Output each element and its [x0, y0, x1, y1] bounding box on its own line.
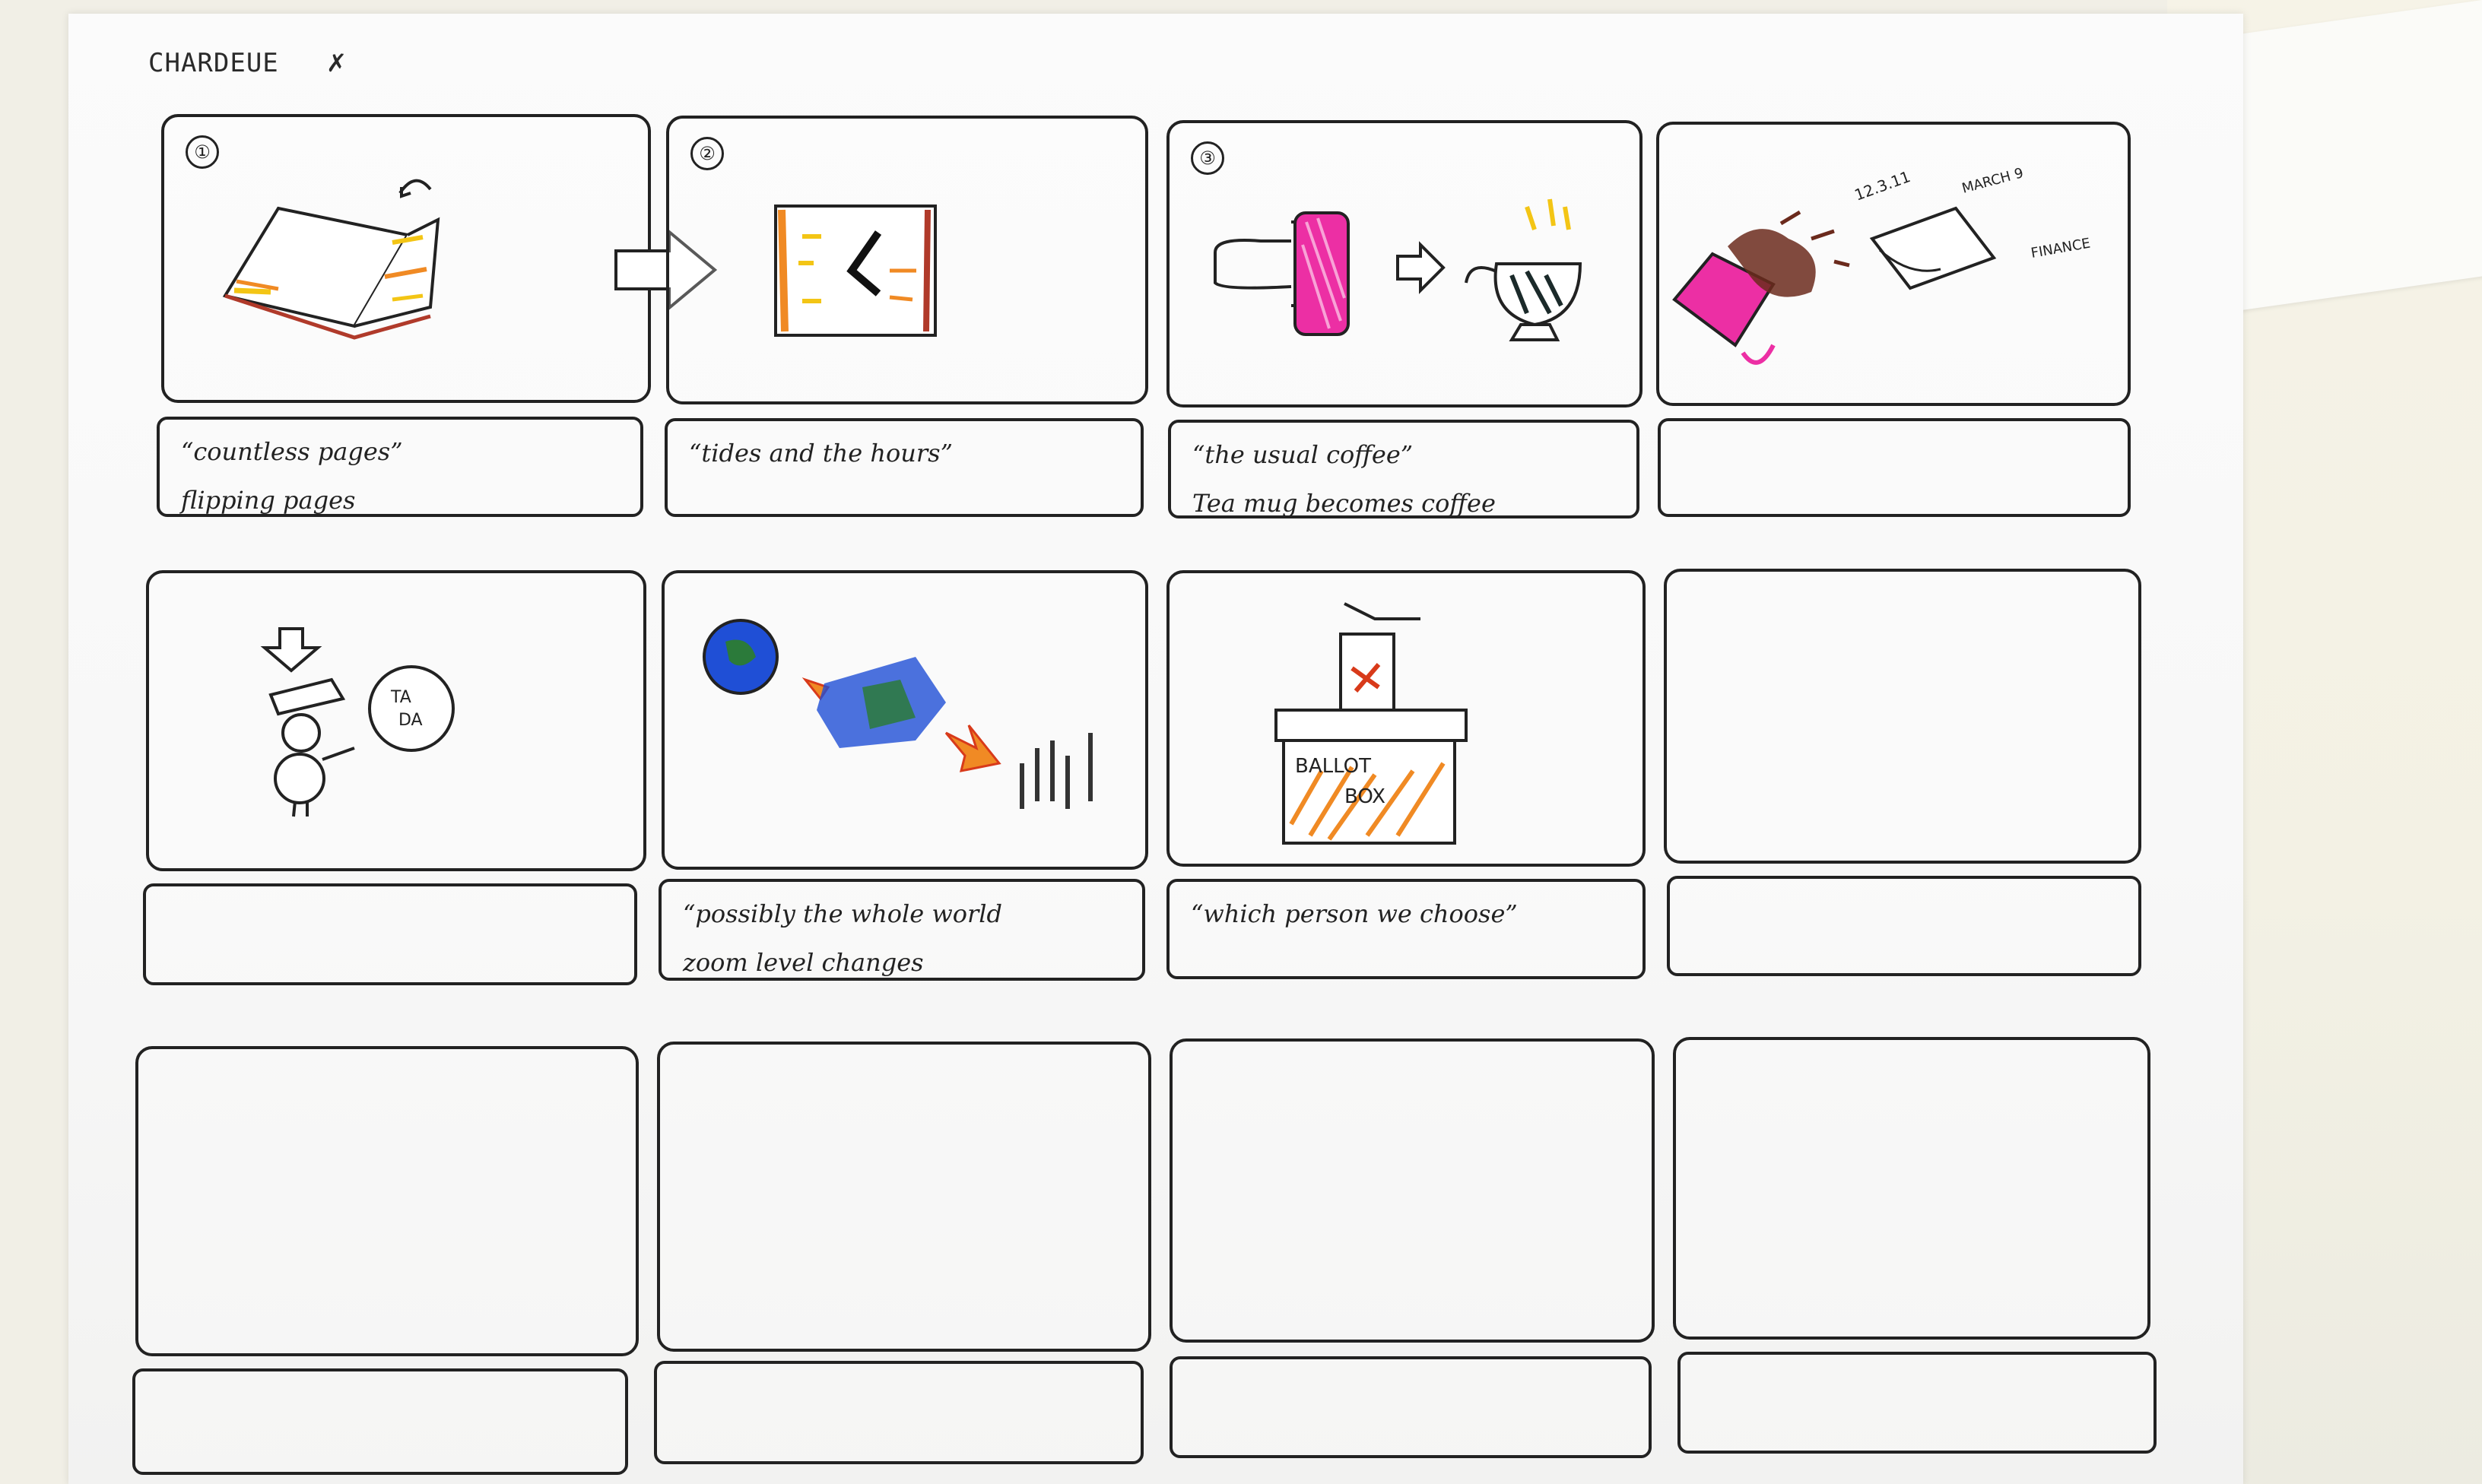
caption-line: “possibly the whole world: [683, 899, 1003, 928]
ballot-label-2: BOX: [1344, 785, 1385, 808]
clock-label-1: 12.3.11: [1852, 167, 1913, 205]
sketch-mug-to-coffee: [1214, 198, 1582, 341]
sketch-book: [222, 179, 440, 340]
caption-box-6: “possibly the whole world zoom level cha…: [659, 879, 1145, 981]
caption-box-5: [143, 883, 637, 985]
tada-label-2: DA: [398, 711, 423, 730]
caption-box-4: [1658, 418, 2131, 517]
caption-line: “countless pages”: [181, 437, 403, 466]
caption-box-11: [1170, 1356, 1652, 1458]
storyboard-frame-12: [1673, 1037, 2150, 1340]
storyboard-frame-3: ③: [1166, 120, 1642, 407]
caption-line: Tea mug becomes coffee: [1192, 489, 1496, 518]
caption-line: flipping pages: [181, 486, 356, 515]
caption-line: “which person we choose”: [1191, 899, 1518, 928]
ballot-label-1: BALLOT: [1295, 755, 1371, 778]
sketch-ballot-box: BALLOT BOX: [1274, 602, 1468, 845]
storyboard-frame-6: [662, 570, 1148, 870]
storyboard-frame-8: [1664, 569, 2141, 864]
caption-line: zoom level changes: [683, 948, 924, 977]
storyboard-frame-5: TA DA: [146, 570, 646, 871]
caption-box-10: [654, 1361, 1144, 1464]
caption-box-3: “the usual coffee” Tea mug becomes coffe…: [1168, 420, 1639, 518]
sketch-tada-figure: TA DA: [260, 627, 455, 817]
sheet-title-text: CHARDEUE: [148, 48, 279, 78]
storyboard-frame-7: BALLOT BOX: [1166, 570, 1646, 867]
caption-box-1: “countless pages” flipping pages: [157, 417, 643, 517]
caption-box-2: “tides and the hours”: [665, 418, 1144, 517]
storyboard-frame-11: [1170, 1038, 1655, 1343]
sheet-mark: ✗: [327, 44, 347, 79]
sketch-timepiece: [774, 205, 937, 337]
clock-label-2: MARCH 9: [1960, 165, 2025, 197]
sketch-world-zoom: [703, 619, 1093, 809]
sheet-title: CHARDEUE ✗: [148, 44, 346, 79]
storyboard-frame-10: [657, 1042, 1151, 1352]
storyboard-frame-9: [135, 1046, 639, 1356]
caption-box-7: “which person we choose”: [1166, 879, 1646, 979]
tada-label-1: TA: [390, 688, 411, 707]
caption-line: “tides and the hours”: [689, 439, 953, 468]
caption-line: “the usual coffee”: [1192, 440, 1414, 469]
storyboard-frame-1: ①: [161, 114, 651, 403]
caption-box-8: [1667, 876, 2141, 976]
caption-box-12: [1677, 1352, 2157, 1454]
sketch-falling-mug: 12.3.11 MARCH 9 FINANCE: [1672, 165, 2092, 365]
clock-label-3: FINANCE: [2030, 236, 2091, 262]
storyboard-frame-2: ②: [666, 116, 1148, 404]
storyboard-frame-4: 12.3.11 MARCH 9 FINANCE: [1656, 122, 2131, 406]
caption-box-9: [132, 1368, 628, 1475]
